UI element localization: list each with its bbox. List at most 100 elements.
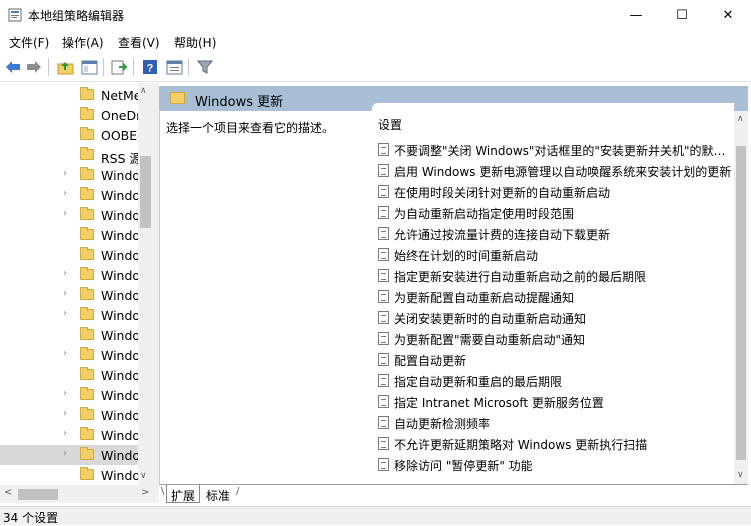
scroll-right-arrow-icon[interactable]: > bbox=[141, 487, 149, 498]
up-level-button[interactable] bbox=[56, 58, 74, 76]
setting-row[interactable]: 始终在计划的时间重新启动 bbox=[372, 244, 734, 265]
menu-bar: 文件(F) 操作(A) 查看(V) 帮助(H) bbox=[0, 30, 751, 52]
folder-icon bbox=[170, 92, 185, 104]
folder-icon bbox=[80, 287, 94, 300]
tree-item[interactable]: Windo bbox=[0, 225, 138, 245]
setting-row[interactable]: 移除访问 "暂停更新" 功能 bbox=[372, 454, 734, 475]
scroll-down-arrow-icon[interactable]: ∨ bbox=[140, 471, 147, 481]
expand-chevron-icon[interactable]: › bbox=[63, 428, 67, 439]
tree-item[interactable]: › Windo bbox=[0, 185, 138, 205]
tree-item[interactable]: › Windo bbox=[0, 205, 138, 225]
tree-item[interactable]: › Windo bbox=[0, 385, 138, 405]
setting-row[interactable]: 为更新配置自动重新启动提醒通知 bbox=[372, 286, 734, 307]
list-scroll-thumb[interactable] bbox=[736, 146, 746, 460]
folder-icon bbox=[80, 407, 94, 420]
tree-item[interactable]: › Windo bbox=[0, 285, 138, 305]
tree-item[interactable]: › Windo bbox=[0, 165, 138, 185]
tree-item[interactable]: › Windo bbox=[0, 425, 138, 445]
setting-row[interactable]: 指定自动更新和重启的最后期限 bbox=[372, 370, 734, 391]
tree-item[interactable]: › Windo bbox=[0, 405, 138, 425]
back-button[interactable] bbox=[4, 58, 22, 76]
expand-chevron-icon[interactable]: › bbox=[63, 408, 67, 419]
setting-row[interactable]: 启用 Windows 更新电源管理以自动唤醒系统来安装计划的更新 bbox=[372, 160, 734, 181]
help-button[interactable]: ? bbox=[141, 58, 159, 76]
expand-chevron-icon[interactable]: › bbox=[63, 168, 67, 179]
tree-item[interactable]: › Windo bbox=[0, 345, 138, 365]
setting-row[interactable]: 为更新配置"需要自动重新启动"通知 bbox=[372, 328, 734, 349]
tab-standard[interactable]: 标准 bbox=[200, 485, 236, 503]
menu-view[interactable]: 查看(V) bbox=[118, 34, 160, 51]
setting-row[interactable]: 为自动重新启动指定使用时段范围 bbox=[372, 202, 734, 223]
tree-item[interactable]: Windo bbox=[0, 245, 138, 265]
window-title: 本地组策略编辑器 bbox=[28, 9, 125, 23]
expand-chevron-icon[interactable]: › bbox=[63, 388, 67, 399]
expand-chevron-icon[interactable]: › bbox=[63, 288, 67, 299]
column-header-setting[interactable]: 设置 bbox=[378, 116, 402, 133]
maximize-icon: ☐ bbox=[676, 7, 688, 23]
tree-item[interactable]: NetMe bbox=[0, 85, 138, 105]
setting-row[interactable]: 指定 Intranet Microsoft 更新服务位置 bbox=[372, 391, 734, 412]
maximize-button[interactable]: ☐ bbox=[659, 0, 705, 30]
expand-chevron-icon[interactable]: › bbox=[63, 188, 67, 199]
tree-item-label: Windo bbox=[101, 248, 138, 263]
tree-horizontal-thumb[interactable] bbox=[18, 489, 58, 500]
tree-item-label: Windo bbox=[101, 308, 138, 323]
tree-item[interactable]: Windo bbox=[0, 465, 138, 485]
tree-item[interactable]: › Windo bbox=[0, 305, 138, 325]
tree-item[interactable]: OOBE bbox=[0, 125, 138, 145]
tree-item[interactable]: › Windo bbox=[0, 445, 138, 465]
setting-row[interactable]: 指定更新安装进行自动重新启动之前的最后期限 bbox=[372, 265, 734, 286]
setting-row[interactable]: 不要调整"关闭 Windows"对话框里的"安装更新并关机"的默认选项 bbox=[372, 139, 734, 160]
scroll-up-arrow-icon[interactable]: ∧ bbox=[140, 86, 147, 96]
scroll-left-arrow-icon[interactable]: < bbox=[4, 487, 12, 498]
show-hide-tree-button[interactable] bbox=[80, 58, 98, 76]
expand-chevron-icon[interactable]: › bbox=[63, 308, 67, 319]
setting-row[interactable]: 自动更新检测频率 bbox=[372, 412, 734, 433]
tree-scroll-thumb[interactable] bbox=[140, 156, 151, 228]
menu-file[interactable]: 文件(F) bbox=[9, 34, 49, 51]
expand-chevron-icon[interactable]: › bbox=[63, 268, 67, 279]
menu-help[interactable]: 帮助(H) bbox=[174, 34, 216, 51]
scroll-down-arrow-icon[interactable]: ∨ bbox=[737, 470, 744, 480]
export-list-button[interactable] bbox=[110, 58, 128, 76]
filter-button[interactable] bbox=[196, 58, 214, 76]
expand-chevron-icon[interactable]: › bbox=[63, 208, 67, 219]
menu-action[interactable]: 操作(A) bbox=[62, 34, 104, 51]
tab-edge-icon: / bbox=[236, 486, 240, 497]
forward-button[interactable] bbox=[25, 58, 43, 76]
tab-extended[interactable]: 扩展 bbox=[166, 485, 200, 503]
expand-chevron-icon[interactable]: › bbox=[63, 448, 67, 459]
scroll-up-arrow-icon[interactable]: ∧ bbox=[737, 114, 744, 124]
tree-item[interactable]: OneDr bbox=[0, 105, 138, 125]
setting-name: 为自动重新启动指定使用时段范围 bbox=[394, 207, 575, 221]
setting-name: 移除访问 "暂停更新" 功能 bbox=[394, 459, 533, 473]
folder-icon bbox=[80, 187, 94, 200]
expand-chevron-icon[interactable]: › bbox=[63, 348, 67, 359]
svg-text:?: ? bbox=[147, 63, 154, 75]
folder-icon bbox=[80, 127, 94, 140]
help-icon: ? bbox=[143, 60, 157, 75]
tree-item-label: Windo bbox=[101, 348, 138, 363]
setting-row[interactable]: 允许通过按流量计费的连接自动下载更新 bbox=[372, 223, 734, 244]
setting-row[interactable]: 配置自动更新 bbox=[372, 349, 734, 370]
status-bar bbox=[0, 506, 751, 525]
tree-item-label: Windo bbox=[101, 268, 138, 283]
tree-item-label: Windo bbox=[101, 188, 138, 203]
tree-item[interactable]: RSS 源 bbox=[0, 145, 138, 166]
toolbar-separator bbox=[133, 58, 134, 76]
setting-row[interactable]: 关闭安装更新时的自动重新启动通知 bbox=[372, 307, 734, 328]
tree-item[interactable]: › Windo bbox=[0, 265, 138, 285]
properties-button[interactable] bbox=[165, 58, 183, 76]
setting-row[interactable]: 在使用时段关闭针对更新的自动重新启动 bbox=[372, 181, 734, 202]
setting-row[interactable]: 不允许更新延期策略对 Windows 更新执行扫描 bbox=[372, 433, 734, 454]
tree-item-label: Windo bbox=[101, 168, 138, 183]
tree-item[interactable]: Windo bbox=[0, 365, 138, 385]
tree-vertical-scrollbar[interactable] bbox=[138, 83, 153, 485]
app-icon bbox=[8, 8, 22, 22]
tree-item[interactable]: Windo bbox=[0, 325, 138, 345]
show-hide-tree-icon bbox=[81, 60, 97, 74]
minimize-button[interactable]: — bbox=[613, 0, 659, 30]
tree-pane: NetMe OneDr OOBE RSS 源 › Windo › Windo › Windo Win… bbox=[0, 83, 153, 485]
close-button[interactable]: ✕ bbox=[705, 0, 751, 30]
folder-icon bbox=[80, 247, 94, 260]
